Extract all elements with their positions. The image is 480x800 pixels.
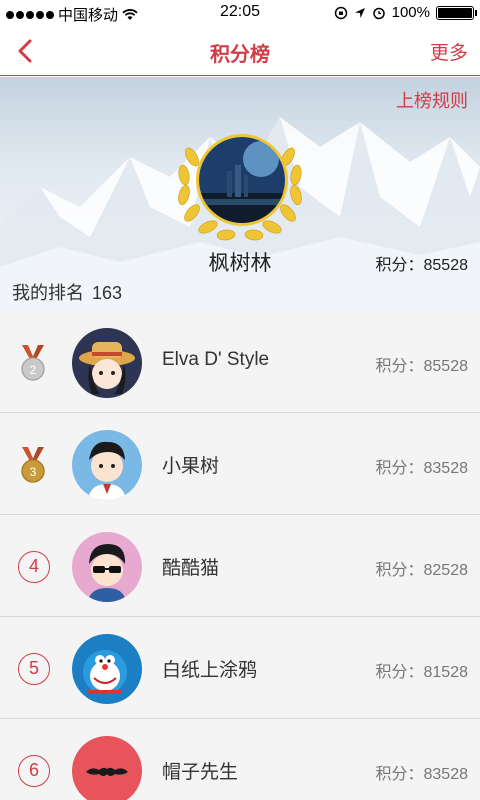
user-score: 积分：83528 — [375, 766, 469, 783]
my-avatar[interactable] — [196, 134, 288, 226]
avatar[interactable] — [72, 532, 142, 602]
list-item[interactable]: 5 白纸上涂鸦 积分：81528 — [0, 617, 480, 719]
avatar[interactable] — [72, 634, 142, 704]
battery-percent: 100% — [391, 4, 430, 21]
my-rank-value: 163 — [92, 283, 123, 303]
status-bar: 中国移动 22:05 100% — [0, 0, 480, 26]
user-score: 积分：81528 — [375, 664, 469, 681]
rank-number: 5 — [18, 653, 50, 685]
avatar[interactable] — [72, 736, 142, 800]
my-ranking-header: 上榜规则 枫树林 积分：85528 我的排名 163 — [0, 77, 480, 311]
alarm-icon — [372, 7, 385, 19]
list-item[interactable]: 6 帽子先生 积分：83528 — [0, 719, 480, 800]
rank-number: 6 — [18, 755, 50, 787]
user-name: 酷酷猫 — [162, 558, 220, 579]
avatar[interactable] — [72, 328, 142, 398]
rotation-lock-icon — [334, 6, 347, 19]
user-score: 积分：82528 — [375, 562, 469, 579]
user-name: 小果树 — [162, 456, 220, 477]
page-title: 积分榜 — [210, 44, 270, 66]
user-name: Elva D' Style — [162, 349, 270, 370]
medal-rank-number: 2 — [30, 363, 37, 377]
rank-number: 4 — [18, 551, 50, 583]
user-score: 积分：85528 — [375, 358, 469, 375]
user-score: 积分：83528 — [375, 460, 469, 477]
more-button[interactable]: 更多 — [430, 38, 468, 65]
silver-medal-icon: 2 — [21, 345, 45, 381]
list-item[interactable]: 2 Elva D' Style 积分：85528 — [0, 311, 480, 413]
list-item[interactable]: 4 酷酷猫 积分：82528 — [0, 515, 480, 617]
user-name: 白纸上涂鸦 — [162, 660, 258, 681]
user-name: 帽子先生 — [162, 762, 239, 783]
my-rank: 我的排名 163 — [12, 279, 122, 305]
my-rank-label: 我的排名 — [12, 283, 84, 303]
ranking-rules-link[interactable]: 上榜规则 — [396, 87, 468, 113]
avatar[interactable] — [72, 430, 142, 500]
my-score: 积分：85528 — [375, 257, 469, 274]
ranking-list: 2 Elva D' Style 积分：85528 3 小果树 积分：83528 … — [0, 311, 480, 800]
nav-bar: 积分榜 更多 — [0, 26, 480, 76]
battery-icon — [436, 5, 477, 20]
bronze-medal-icon: 3 — [21, 447, 45, 483]
medal-rank-number: 3 — [30, 465, 37, 479]
location-icon — [354, 7, 365, 18]
list-item[interactable]: 3 小果树 积分：83528 — [0, 413, 480, 515]
